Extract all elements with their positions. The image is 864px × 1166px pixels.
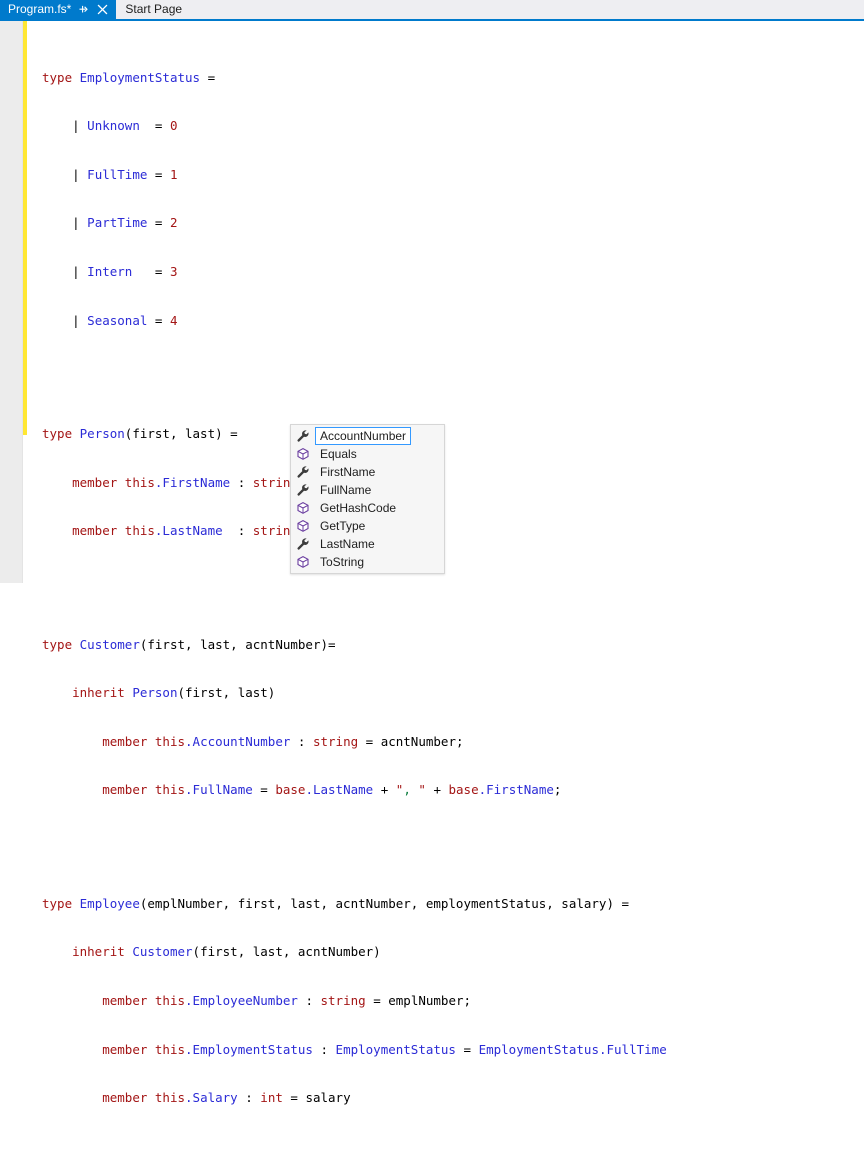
code-editor[interactable]: type EmploymentStatus = | Unknown = 0 | … bbox=[0, 21, 864, 1105]
code-line: type EmploymentStatus = bbox=[42, 69, 216, 85]
intellisense-completion-list[interactable]: AccountNumber Equals FirstName FullName … bbox=[290, 424, 445, 574]
code-line: | Unknown = 0 bbox=[72, 118, 178, 134]
cube-icon bbox=[295, 518, 311, 534]
code-line: member this.LastName : string = last bbox=[72, 523, 351, 539]
completion-item-firstname[interactable]: FirstName bbox=[291, 463, 444, 481]
code-line: inherit Person(first, last) bbox=[72, 685, 276, 701]
completion-item-equals[interactable]: Equals bbox=[291, 445, 444, 463]
code-line: inherit Customer(first, last, acntNumber… bbox=[72, 944, 381, 960]
code-line: type Employee(emplNumber, first, last, a… bbox=[42, 895, 630, 911]
completion-item-label: FullName bbox=[320, 483, 372, 497]
tab-start-page-label: Start Page bbox=[125, 2, 183, 16]
wrench-icon bbox=[295, 428, 311, 444]
code-line: member this.EmployeeNumber : string = em… bbox=[102, 992, 472, 1008]
wrench-icon bbox=[295, 464, 311, 480]
code-line: type Customer(first, last, acntNumber)= bbox=[42, 636, 336, 652]
code-line: member this.FirstName : string = first bbox=[72, 474, 358, 490]
tab-program-fs-label: Program.fs* bbox=[8, 2, 72, 16]
completion-item-label: AccountNumber bbox=[315, 427, 412, 445]
completion-item-label: GetType bbox=[320, 519, 366, 533]
code-line: member this.EmploymentStatus : Employmen… bbox=[102, 1041, 667, 1057]
completion-item-gethashcode[interactable]: GetHashCode bbox=[291, 499, 444, 517]
completion-item-accountnumber[interactable]: AccountNumber bbox=[291, 427, 444, 445]
code-line: | Seasonal = 4 bbox=[72, 312, 178, 328]
completion-item-lastname[interactable]: LastName bbox=[291, 535, 444, 553]
completion-item-fullname[interactable]: FullName bbox=[291, 481, 444, 499]
code-line: | PartTime = 2 bbox=[72, 215, 178, 231]
completion-item-gettype[interactable]: GetType bbox=[291, 517, 444, 535]
cube-icon bbox=[295, 446, 311, 462]
tab-program-fs[interactable]: Program.fs* bbox=[0, 0, 117, 19]
pin-icon[interactable] bbox=[76, 0, 90, 19]
cube-icon bbox=[295, 500, 311, 516]
code-line: member this.AccountNumber : string = acn… bbox=[102, 733, 464, 749]
editor-gutter bbox=[0, 21, 23, 583]
tab-start-page[interactable]: Start Page bbox=[116, 0, 190, 19]
close-icon[interactable] bbox=[95, 0, 109, 19]
completion-item-label: GetHashCode bbox=[320, 501, 397, 515]
completion-item-label: LastName bbox=[320, 537, 375, 551]
code-line: member this.FullName = base.LastName + "… bbox=[102, 782, 562, 798]
code-text-area[interactable]: type EmploymentStatus = | Unknown = 0 | … bbox=[28, 21, 864, 1105]
unsaved-changes-bar bbox=[23, 21, 27, 435]
code-line: | FullTime = 1 bbox=[72, 166, 178, 182]
completion-item-label: ToString bbox=[320, 555, 365, 569]
code-line: type Person(first, last) = bbox=[42, 425, 238, 441]
wrench-icon bbox=[295, 536, 311, 552]
wrench-icon bbox=[295, 482, 311, 498]
completion-item-tostring[interactable]: ToString bbox=[291, 553, 444, 571]
completion-item-label: Equals bbox=[320, 447, 357, 461]
document-tab-bar: Program.fs* Start Page bbox=[0, 0, 864, 19]
completion-item-label: FirstName bbox=[320, 465, 376, 479]
code-line: | Intern = 3 bbox=[72, 263, 178, 279]
cube-icon bbox=[295, 554, 311, 570]
code-line: member this.Salary : int = salary bbox=[102, 1090, 351, 1106]
